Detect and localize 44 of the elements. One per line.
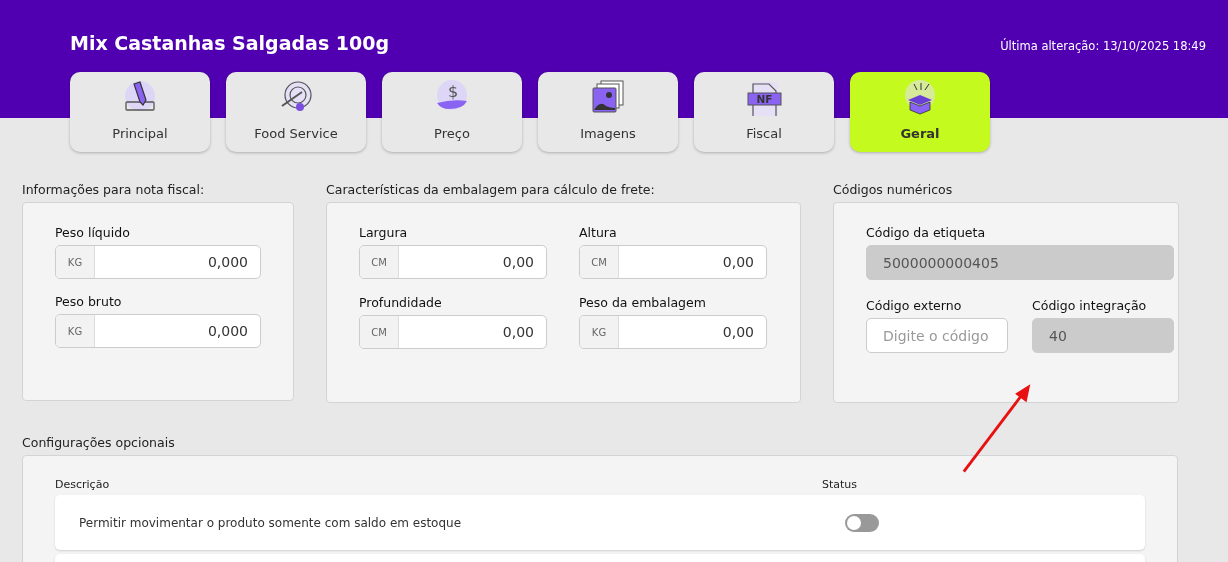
setting-description: Permitir movimentar o produto somente com saldo em estoque <box>78 515 463 530</box>
tab[interactable]: Principal <box>70 72 210 152</box>
unit-label: CM <box>360 316 399 348</box>
input-field[interactable]: KG 0,000 <box>55 314 261 348</box>
product-title: Mix Castanhas Salgadas 100g <box>70 32 390 54</box>
field-label: Peso líquido <box>55 225 131 240</box>
tab[interactable]: Geral <box>850 72 990 152</box>
tab[interactable]: NF Fiscal <box>694 72 834 152</box>
last-modified-text: Última alteração: 13/10/2025 18:49 <box>1000 39 1206 53</box>
input-field[interactable]: CM 0,00 <box>579 245 767 279</box>
tab[interactable]: Imagens <box>538 72 678 152</box>
value-input[interactable]: 0,000 <box>95 246 260 278</box>
tab[interactable]: Food Service <box>226 72 366 152</box>
unit-label: KG <box>56 246 95 278</box>
unit-label: CM <box>580 246 619 278</box>
value-input[interactable]: 0,000 <box>95 315 260 347</box>
value-input[interactable]: 0,00 <box>619 246 766 278</box>
field-label: Altura <box>579 225 618 240</box>
input-field[interactable]: KG 0,00 <box>579 315 767 349</box>
unit-label: KG <box>580 316 619 348</box>
field-label: Profundidade <box>359 295 443 310</box>
field-label: Largura <box>359 225 409 240</box>
tab[interactable]: $ Preço <box>382 72 522 152</box>
toggle-switch[interactable] <box>845 513 879 532</box>
value-input[interactable]: 0,00 <box>399 316 546 348</box>
field-label: Peso da embalagem <box>579 295 707 310</box>
section-title: Códigos numéricos <box>833 182 954 197</box>
input-field[interactable]: CM 0,00 <box>359 245 547 279</box>
input-field[interactable]: KG 0,000 <box>55 245 261 279</box>
section-title: Informações para nota fiscal: <box>22 182 206 197</box>
input-field[interactable]: CM 0,00 <box>359 315 547 349</box>
unit-label: KG <box>56 315 95 347</box>
unit-label: CM <box>360 246 399 278</box>
input-field[interactable]: Digite o código <box>866 318 1008 353</box>
section-title: Configurações opcionais <box>22 435 176 450</box>
column-header: Descrição <box>55 478 111 491</box>
field-label: Peso bruto <box>55 294 123 309</box>
value-input[interactable]: 0,00 <box>399 246 546 278</box>
field-label: Código integração <box>1032 298 1148 313</box>
section-title: Características da embalagem para cálculo de frete: <box>326 182 656 197</box>
column-header: Status <box>822 478 858 491</box>
value-input[interactable]: 0,00 <box>619 316 766 348</box>
field-label: Código externo <box>866 298 963 313</box>
field-label: Código da etiqueta <box>866 225 987 240</box>
